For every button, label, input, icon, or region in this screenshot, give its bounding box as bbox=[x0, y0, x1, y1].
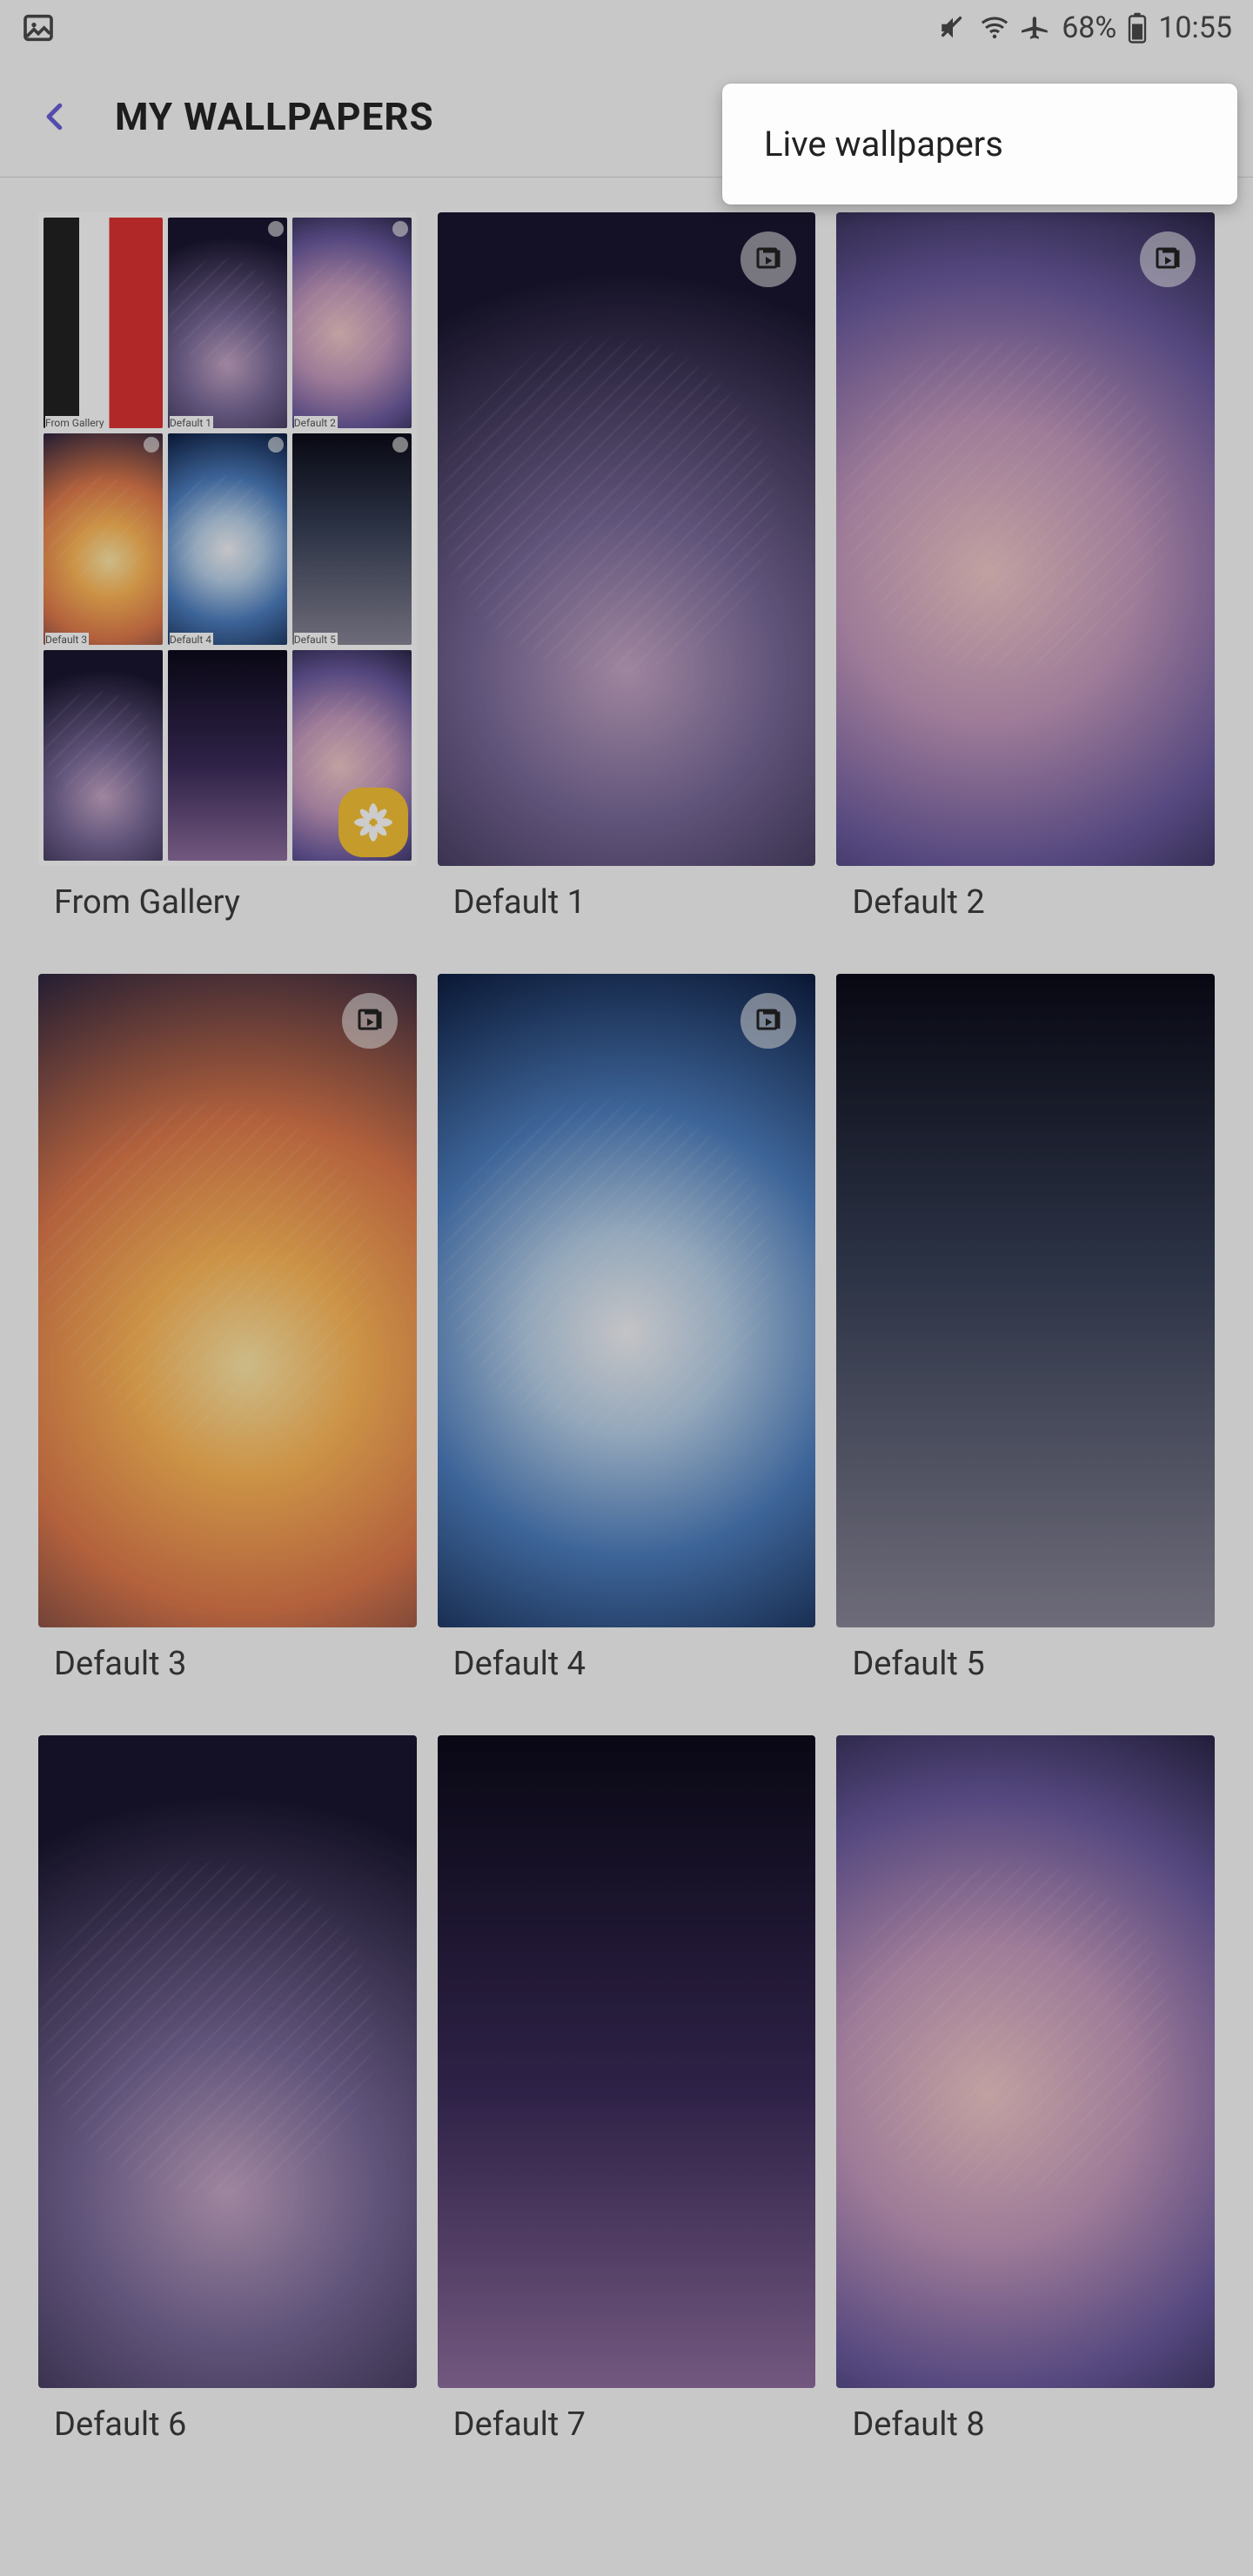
battery-text: 68% bbox=[1062, 10, 1116, 45]
gallery-preview-cell bbox=[168, 650, 287, 861]
gallery-preview-label: Default 2 bbox=[294, 416, 338, 428]
gallery-preview-cell: Default 1 bbox=[168, 218, 287, 428]
wallpaper-tile[interactable]: Default 8 bbox=[836, 1735, 1215, 2476]
airplane-icon bbox=[1022, 13, 1051, 43]
wallpaper-thumbnail[interactable] bbox=[836, 212, 1215, 866]
gallery-preview-label: Default 4 bbox=[170, 633, 213, 645]
wallpaper-label: Default 6 bbox=[54, 2405, 417, 2444]
gallery-preview-label: From Gallery bbox=[45, 416, 106, 428]
page-title: MY WALLPAPERS bbox=[115, 94, 434, 139]
wallpaper-tile[interactable]: Default 3 bbox=[38, 974, 417, 1714]
wallpaper-tile[interactable]: Default 4 bbox=[438, 974, 816, 1714]
wallpaper-label: Default 8 bbox=[852, 2405, 1215, 2444]
gallery-preview-label: Default 1 bbox=[170, 416, 213, 428]
status-bar: 68% 10:55 bbox=[0, 0, 1253, 56]
wallpaper-thumbnail[interactable] bbox=[38, 974, 417, 1627]
clock-text: 10:55 bbox=[1158, 10, 1232, 45]
wallpaper-label: Default 5 bbox=[852, 1645, 1215, 1683]
live-wallpaper-icon bbox=[740, 993, 796, 1049]
wallpaper-tile[interactable]: From Gallery Default 1 Default 2 Default 3 D… bbox=[38, 212, 417, 953]
wallpaper-label: Default 3 bbox=[54, 1645, 417, 1683]
wallpaper-label: Default 2 bbox=[852, 883, 1215, 922]
gallery-preview-label: Default 5 bbox=[294, 633, 338, 645]
gallery-preview-grid: From Gallery Default 1 Default 2 Default 3 D… bbox=[44, 218, 412, 861]
wallpaper-label: From Gallery bbox=[54, 883, 417, 922]
gallery-preview-cell: Default 2 bbox=[292, 218, 412, 428]
wallpaper-thumbnail[interactable]: From Gallery Default 1 Default 2 Default 3 D… bbox=[38, 212, 417, 866]
battery-icon bbox=[1127, 12, 1148, 44]
back-button[interactable] bbox=[31, 92, 80, 141]
wallpaper-grid: From Gallery Default 1 Default 2 Default 3 D… bbox=[0, 178, 1253, 2475]
wifi-icon bbox=[978, 13, 1011, 43]
mute-icon bbox=[938, 13, 968, 43]
gallery-preview-cell: Default 3 bbox=[44, 433, 163, 644]
wallpaper-tile[interactable]: Default 2 bbox=[836, 212, 1215, 953]
wallpaper-label: Default 4 bbox=[453, 1645, 816, 1683]
wallpaper-thumbnail[interactable] bbox=[438, 1735, 816, 2389]
wallpaper-thumbnail[interactable] bbox=[438, 212, 816, 866]
wallpaper-tile[interactable]: Default 5 bbox=[836, 974, 1215, 1714]
gallery-preview-cell bbox=[44, 650, 163, 861]
image-icon bbox=[21, 10, 56, 45]
wallpaper-thumbnail[interactable] bbox=[38, 1735, 417, 2389]
gallery-preview-label: Default 3 bbox=[45, 633, 89, 645]
wallpaper-label: Default 1 bbox=[453, 883, 816, 922]
gallery-preview-cell: From Gallery bbox=[44, 218, 163, 428]
wallpaper-thumbnail[interactable] bbox=[836, 974, 1215, 1627]
live-wallpaper-icon bbox=[342, 993, 398, 1049]
gallery-preview-cell: Default 4 bbox=[168, 433, 287, 644]
wallpaper-tile[interactable]: Default 1 bbox=[438, 212, 816, 953]
menu-item-live-wallpapers[interactable]: Live wallpapers bbox=[722, 113, 1237, 175]
live-wallpaper-icon bbox=[1140, 231, 1196, 287]
wallpaper-tile[interactable]: Default 6 bbox=[38, 1735, 417, 2476]
wallpaper-thumbnail[interactable] bbox=[438, 974, 816, 1627]
live-wallpaper-icon bbox=[740, 231, 796, 287]
gallery-app-icon bbox=[338, 788, 408, 857]
wallpaper-thumbnail[interactable] bbox=[836, 1735, 1215, 2389]
gallery-preview-cell: Default 5 bbox=[292, 433, 412, 644]
wallpaper-label: Default 7 bbox=[453, 2405, 816, 2444]
wallpaper-tile[interactable]: Default 7 bbox=[438, 1735, 816, 2476]
overflow-menu: Live wallpapers bbox=[722, 84, 1237, 205]
